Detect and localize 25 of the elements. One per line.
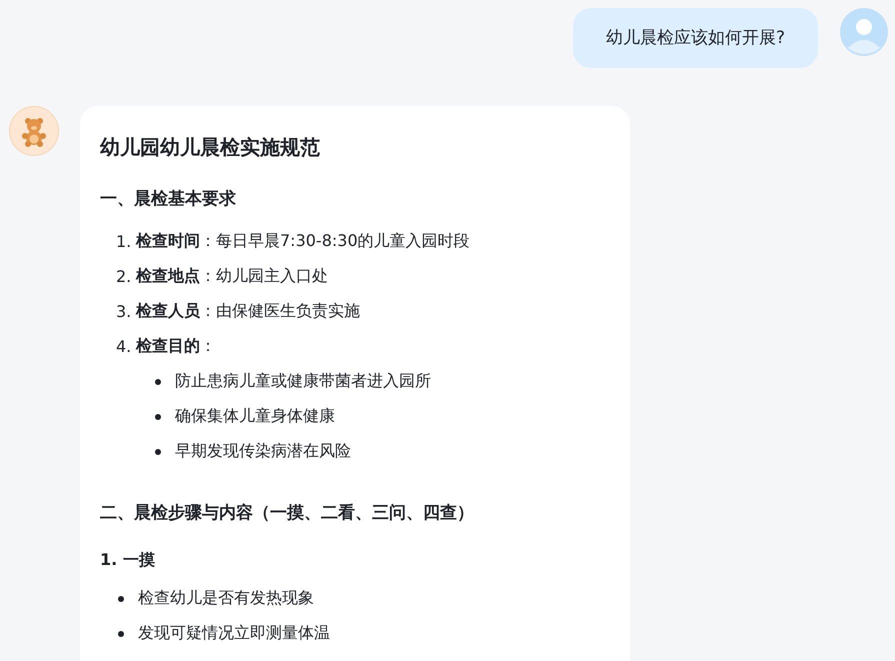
section-heading: 二、晨检步骤与内容（一摸、二看、三问、四查）	[100, 502, 475, 524]
list-item-text: 防止患病儿童或健康带菌者进入园所	[175, 371, 431, 392]
list-item-text: 检查时间：每日早晨7:30-8:30的儿童入园时段	[136, 231, 470, 252]
list-item-text: 检查幼儿是否有发热现象	[138, 588, 314, 609]
list-item-text: 检查人员：由保健医生负责实施	[136, 301, 360, 322]
list-item-text: 早期发现传染病潜在风险	[175, 441, 351, 462]
bullet-icon	[155, 378, 161, 384]
list-number: 2.	[116, 267, 132, 286]
user-message: 幼儿晨检应该如何开展?	[573, 8, 818, 68]
list-item-text: 确保集体儿童身体健康	[175, 406, 335, 427]
subsection-heading: 1. 一摸	[100, 550, 156, 571]
bullet-icon	[155, 448, 161, 454]
bullet-icon	[155, 414, 161, 420]
list-item-text: 检查目的：	[136, 336, 216, 357]
section-heading: 一、晨检基本要求	[100, 188, 237, 210]
list-item-text: 检查地点：幼儿园主入口处	[136, 266, 328, 287]
list-number: 3.	[116, 302, 132, 321]
bullet-icon	[118, 596, 124, 602]
list-number: 4.	[116, 337, 132, 356]
list-number: 1.	[116, 232, 132, 251]
teddy-bear-avatar-icon	[9, 106, 59, 156]
answer-title: 幼儿园幼儿晨检实施规范	[100, 134, 321, 161]
bullet-icon	[118, 630, 124, 636]
list-item-text: 发现可疑情况立即测量体温	[138, 623, 330, 644]
user-avatar-icon	[840, 8, 888, 56]
